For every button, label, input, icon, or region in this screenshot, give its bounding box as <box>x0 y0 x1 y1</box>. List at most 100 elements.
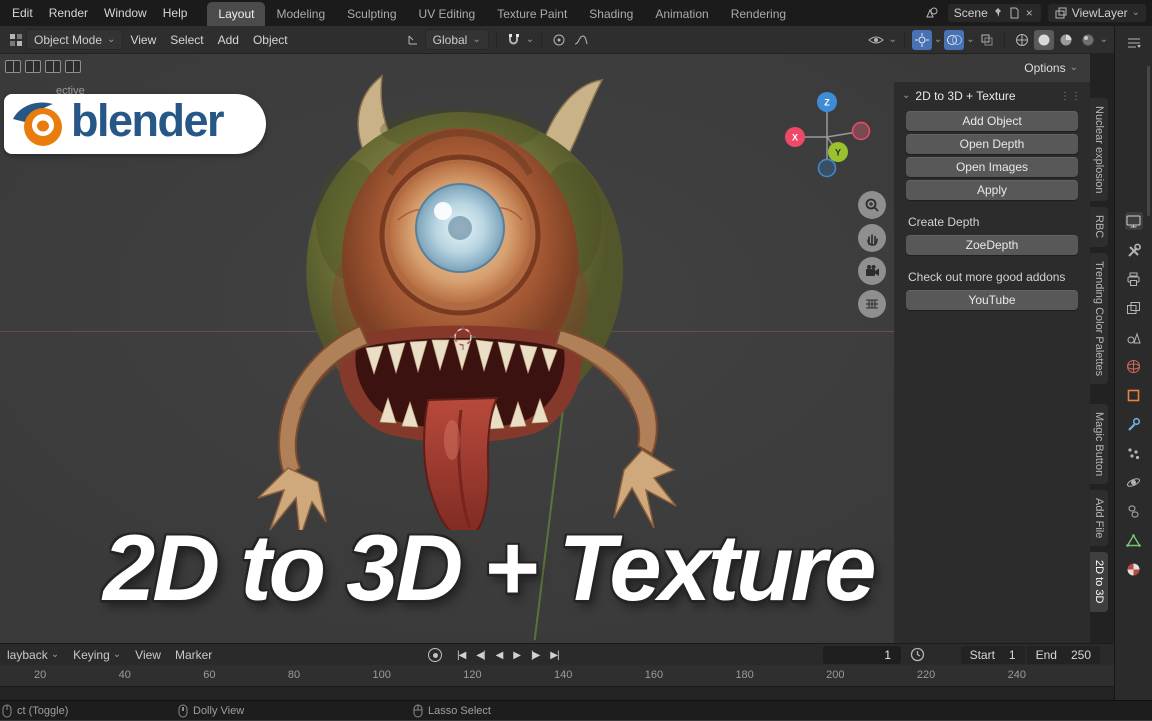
layout-split-icon[interactable] <box>25 60 41 73</box>
tab-2d-to-3d[interactable]: 2D to 3D <box>1090 552 1108 612</box>
layout-split-icon[interactable] <box>5 60 21 73</box>
visibility-chevron[interactable] <box>888 33 896 47</box>
axis-gizmo[interactable]: Z X Y <box>780 90 875 185</box>
tab-rbc[interactable]: RBC <box>1090 207 1108 247</box>
pan-hand-button[interactable] <box>858 224 886 252</box>
tab-rendering[interactable]: Rendering <box>720 2 797 26</box>
zoom-button[interactable] <box>858 191 886 219</box>
timeline-scroll-strip[interactable] <box>0 686 1114 700</box>
add-object-button[interactable]: Add Object <box>906 111 1078 131</box>
next-keyframe-button[interactable]: |▶ <box>527 648 543 663</box>
gizmos-chevron[interactable] <box>934 33 942 47</box>
snap-magnet-icon[interactable] <box>504 30 524 50</box>
tab-nuclear-explosion[interactable]: Nuclear explosion <box>1090 98 1108 202</box>
world-tab-icon[interactable] <box>1125 357 1143 375</box>
view-layer-tab-icon[interactable] <box>1125 299 1143 317</box>
visibility-eye-icon[interactable] <box>866 30 886 50</box>
monster-model[interactable] <box>240 70 720 530</box>
editor-type-icon[interactable] <box>6 30 26 50</box>
show-gizmos-icon[interactable] <box>911 29 932 50</box>
play-button[interactable]: ▶ <box>509 648 524 663</box>
jump-to-start-button[interactable]: |◀ <box>453 648 469 663</box>
timeline-ruler[interactable]: 20 40 60 80 100 120 140 160 180 200 220 … <box>0 665 1114 686</box>
tab-modeling[interactable]: Modeling <box>265 2 336 26</box>
browse-scene-icon[interactable] <box>922 3 942 23</box>
start-frame-field[interactable]: Start 1 <box>960 646 1025 664</box>
modifiers-tab-icon[interactable] <box>1125 415 1143 433</box>
menu-object[interactable]: Object <box>246 29 295 51</box>
mode-dropdown[interactable]: Object Mode <box>26 29 124 50</box>
collapse-chevron-icon[interactable] <box>902 89 910 103</box>
constraints-tab-icon[interactable] <box>1125 502 1143 520</box>
show-overlays-icon[interactable] <box>944 29 965 50</box>
use-preview-range-icon[interactable] <box>910 647 925 662</box>
scene-selector[interactable]: Scene × <box>946 3 1042 23</box>
panel-grip-icon[interactable]: ⋮⋮ <box>1060 91 1082 102</box>
grid-ortho-button[interactable] <box>858 290 886 318</box>
open-images-button[interactable]: Open Images <box>906 157 1078 177</box>
shading-solid-icon[interactable] <box>1033 29 1054 50</box>
scene-tab-icon[interactable] <box>1125 328 1143 346</box>
tab-layout[interactable]: Layout <box>207 2 266 26</box>
strip-scrollbar[interactable] <box>1147 66 1150 216</box>
viewport-3d[interactable]: Options ective blender <box>0 54 1090 643</box>
open-depth-button[interactable]: Open Depth <box>906 134 1078 154</box>
tab-uv-editing[interactable]: UV Editing <box>408 2 487 26</box>
tab-add-file[interactable]: Add File <box>1090 490 1108 547</box>
jump-to-end-button[interactable]: ▶| <box>546 648 562 663</box>
particles-tab-icon[interactable] <box>1125 444 1143 462</box>
menu-help[interactable]: Help <box>155 2 196 24</box>
zoedepth-button[interactable]: ZoeDepth <box>906 235 1078 255</box>
view-menu[interactable]: View <box>128 648 168 662</box>
viewlayer-selector[interactable]: ViewLayer <box>1046 3 1147 23</box>
tab-trending-color-palettes[interactable]: Trending Color Palettes <box>1090 252 1108 384</box>
shading-chevron[interactable] <box>1100 33 1108 47</box>
editor-type-icon[interactable] <box>1125 34 1143 52</box>
youtube-button[interactable]: YouTube <box>906 290 1078 310</box>
shading-rendered-icon[interactable] <box>1078 30 1098 50</box>
auto-keying-button[interactable] <box>428 648 442 662</box>
orientation-dropdown[interactable]: Global <box>424 29 489 50</box>
camera-view-button[interactable] <box>858 257 886 285</box>
tab-animation[interactable]: Animation <box>644 2 719 26</box>
tab-shading[interactable]: Shading <box>578 2 644 26</box>
physics-tab-icon[interactable] <box>1125 473 1143 491</box>
tab-sculpting[interactable]: Sculpting <box>336 2 407 26</box>
output-tab-icon[interactable] <box>1125 270 1143 288</box>
shading-material-icon[interactable] <box>1056 30 1076 50</box>
unlink-scene-icon[interactable]: × <box>1024 6 1035 20</box>
apply-button[interactable]: Apply <box>906 180 1078 200</box>
shading-wireframe-icon[interactable] <box>1012 30 1032 50</box>
tab-magic-button[interactable]: Magic Button <box>1090 403 1108 485</box>
menu-add[interactable]: Add <box>211 29 246 51</box>
prev-keyframe-button[interactable]: ◀| <box>472 648 488 663</box>
falloff-curve-icon[interactable] <box>571 30 591 50</box>
render-tab-icon[interactable] <box>1125 241 1143 259</box>
end-frame-field[interactable]: End 250 <box>1026 646 1100 664</box>
xray-toggle-icon[interactable] <box>977 30 997 50</box>
menu-select[interactable]: Select <box>163 29 210 51</box>
menu-render[interactable]: Render <box>41 2 96 24</box>
material-tab-icon[interactable] <box>1125 560 1143 578</box>
play-reverse-button[interactable]: ◀ <box>492 648 507 663</box>
menu-view[interactable]: View <box>123 29 163 51</box>
layout-split-icon[interactable] <box>45 60 61 73</box>
playback-menu[interactable]: layback <box>0 648 66 662</box>
keying-menu[interactable]: Keying <box>66 648 128 662</box>
new-scene-icon[interactable] <box>1008 7 1020 19</box>
panel-header[interactable]: 2D to 3D + Texture ⋮⋮ <box>894 82 1090 108</box>
current-frame-field[interactable]: 1 <box>823 646 901 664</box>
tool-tab-icon[interactable] <box>1124 212 1143 230</box>
proportional-editing-icon[interactable] <box>549 30 569 50</box>
snap-options-chevron[interactable] <box>526 33 534 47</box>
object-tab-icon[interactable] <box>1125 386 1143 404</box>
menu-edit[interactable]: Edit <box>4 2 41 24</box>
options-dropdown[interactable]: Options <box>1024 61 1078 75</box>
layout-split-icon[interactable] <box>65 60 81 73</box>
pin-icon[interactable] <box>992 7 1004 19</box>
overlays-chevron[interactable] <box>966 33 974 47</box>
tab-texture-paint[interactable]: Texture Paint <box>486 2 578 26</box>
marker-menu[interactable]: Marker <box>168 648 219 662</box>
menu-window[interactable]: Window <box>96 2 155 24</box>
data-tab-icon[interactable] <box>1125 531 1143 549</box>
